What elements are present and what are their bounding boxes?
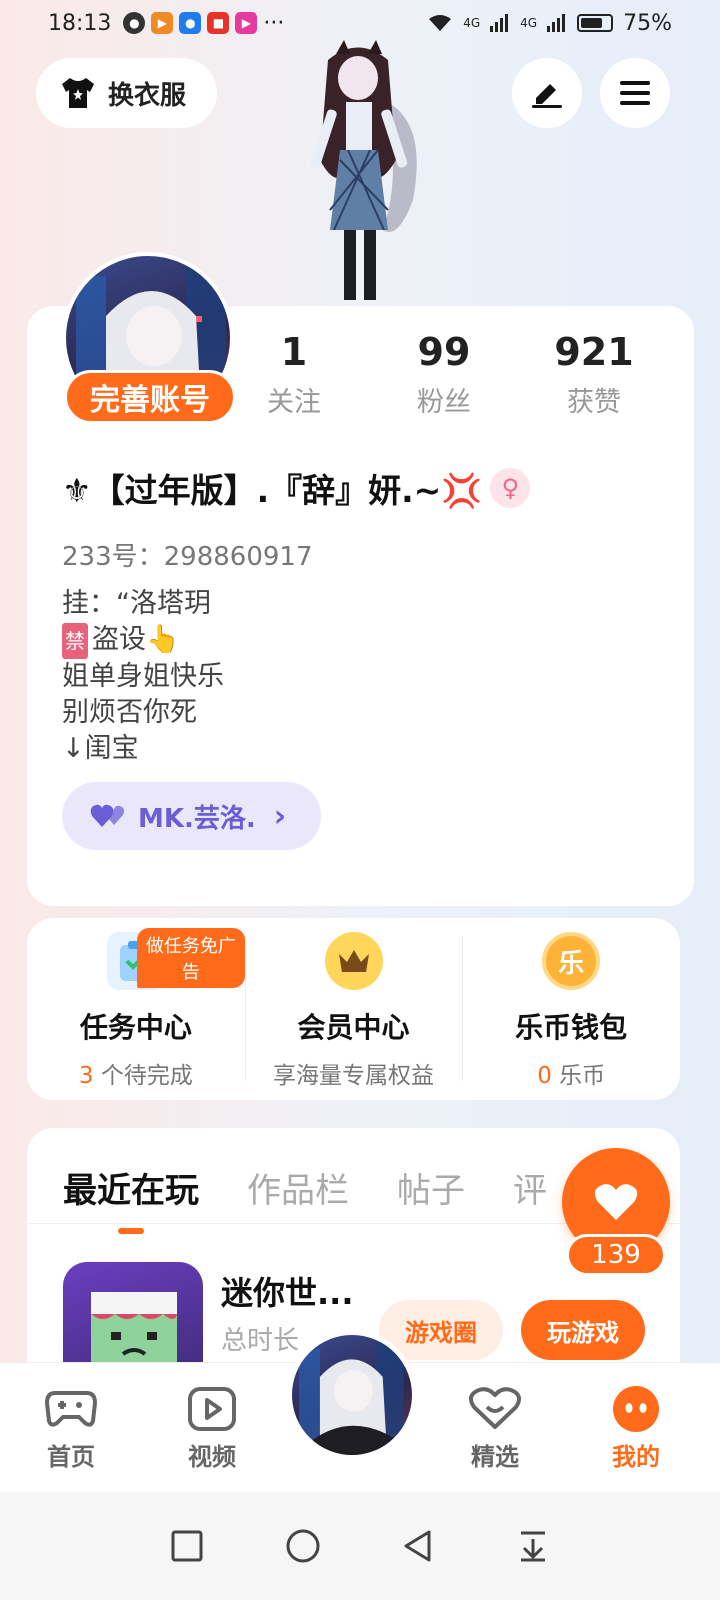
double-heart-icon (90, 804, 124, 827)
task-center-title: 任务中心 (79, 1011, 192, 1044)
bond-name: MK.芸洛. (138, 803, 256, 834)
ad-free-badge: 做任务免广告 (137, 928, 245, 988)
video-app-icon: ▶ (151, 12, 174, 34)
status-right: 4G 4G 75% (427, 11, 672, 36)
nickname: ⚜【过年版】.『辞』妍.~💢 (62, 471, 483, 510)
nav-home[interactable]: 首页 (26, 1381, 116, 1472)
status-time: 18:13 (48, 10, 112, 36)
likes-count: 921 (554, 330, 634, 374)
fans-count: 99 (417, 330, 471, 374)
female-gender-icon: ♀ (490, 468, 531, 508)
battery-fill (581, 18, 603, 28)
nav-featured-label: 精选 (471, 1443, 519, 1471)
recents-icon[interactable] (170, 1529, 204, 1563)
back-icon[interactable] (401, 1529, 435, 1563)
user-id: 233号：298860917 (62, 542, 313, 572)
nav-mine[interactable]: 我的 (591, 1381, 681, 1472)
likes-label: 获赞 (567, 387, 621, 418)
coin-sub-label: 乐币 (559, 1063, 606, 1089)
edit-button[interactable] (512, 58, 582, 128)
tab-works[interactable]: 作品栏 (247, 1163, 349, 1212)
coin-icon: 乐 (542, 932, 601, 990)
following-count: 1 (280, 330, 308, 374)
complete-account-button[interactable]: 完善账号 (64, 370, 236, 424)
bio: 挂：“洛塔玥 禁盗设👆 姐单身姐快乐 别烦否你死 ↓闺宝 (62, 586, 224, 767)
play-game-button[interactable]: 玩游戏 (521, 1300, 645, 1360)
news-app-icon: ■ (207, 12, 230, 34)
coin-count: 0 (537, 1063, 552, 1089)
task-center[interactable]: 做任务免广告 任务中心 3 个待完成 (27, 918, 245, 1100)
bond-relation-chip[interactable]: MK.芸洛. › (62, 782, 321, 850)
wifi-icon (429, 15, 452, 31)
wechat-icon: ● (123, 12, 146, 34)
notification-icons: ● ▶ ● ■ ▶ ··· (123, 11, 284, 36)
chevron-right-icon: › (273, 798, 287, 834)
stat-likes[interactable]: 921 获赞 (534, 330, 654, 419)
tshirt-icon (62, 78, 94, 108)
bulb-app-icon: ● (179, 12, 202, 34)
vip-center-sub: 享海量专属权益 (273, 1063, 434, 1089)
task-sub-label: 个待完成 (100, 1063, 193, 1089)
bio-line: ↓闺宝 (62, 733, 139, 764)
following-label: 关注 (267, 387, 321, 418)
bio-line: 盗设👆 (92, 624, 180, 655)
tab-recent-play[interactable]: 最近在玩 (63, 1163, 199, 1212)
change-outfit-label: 换衣服 (108, 80, 187, 111)
crown-icon (324, 932, 383, 990)
task-count: 3 (78, 1063, 94, 1089)
signal-label-2: 4G (520, 16, 538, 30)
signal-icon-1 (490, 14, 509, 32)
menu-icon (620, 81, 650, 105)
stat-fans[interactable]: 99 粉丝 (384, 330, 504, 419)
face-icon (613, 1386, 659, 1432)
battery-percent: 75% (623, 10, 672, 36)
task-center-sub: 3 个待完成 (27, 1056, 245, 1090)
signal-icon-2 (547, 14, 566, 32)
coin-wallet-title: 乐币钱包 (515, 1011, 628, 1044)
gamepad-icon (45, 1391, 97, 1427)
bio-line-ban: 禁盗设👆 (62, 622, 224, 659)
change-outfit-button[interactable]: 换衣服 (36, 58, 217, 128)
pen-icon (532, 84, 562, 108)
coin-wallet-sub: 0 乐币 (462, 1056, 680, 1090)
ban-badge: 禁 (62, 623, 88, 659)
bio-line: 挂：“洛塔玥 (62, 588, 211, 619)
tab-reviews[interactable]: 评 (513, 1163, 547, 1212)
nickname-row: ⚜【过年版】.『辞』妍.~💢 ♀ (62, 464, 531, 512)
notification-pull-icon[interactable] (516, 1529, 550, 1563)
fans-label: 粉丝 (417, 387, 471, 418)
heart-outline-icon (469, 1387, 521, 1429)
nav-mine-label: 我的 (612, 1443, 660, 1471)
vip-center-title: 会员中心 (297, 1011, 410, 1044)
nav-center-avatar[interactable] (287, 1330, 417, 1460)
bio-line: 姐单身姐快乐 (62, 661, 224, 692)
heart-icon (594, 1184, 638, 1220)
tab-posts[interactable]: 帖子 (397, 1163, 465, 1212)
video-play-icon (188, 1387, 236, 1431)
system-nav-bar (0, 1492, 720, 1600)
menu-button[interactable] (600, 58, 670, 128)
game-playtime: 总时长 (221, 1326, 300, 1356)
game-name: 迷你世... (221, 1274, 354, 1312)
vip-center[interactable]: 会员中心 享海量专属权益 (244, 918, 463, 1100)
bio-line: 别烦否你死 (62, 697, 197, 728)
nav-avatar-image (298, 1341, 404, 1455)
stat-following[interactable]: 1 关注 (234, 330, 354, 419)
nav-video-label: 视频 (188, 1443, 236, 1471)
nav-featured[interactable]: 精选 (450, 1381, 540, 1472)
live-app-icon: ▶ (235, 12, 258, 34)
battery-icon (577, 14, 614, 32)
like-count: 139 (566, 1234, 666, 1276)
more-notifications-icon: ··· (263, 10, 285, 36)
service-center-card: 做任务免广告 任务中心 3 个待完成 会员中心 享海量专属权益 乐 乐币钱包 0… (27, 918, 680, 1100)
nav-video[interactable]: 视频 (167, 1381, 257, 1472)
nav-home-label: 首页 (47, 1443, 95, 1471)
character-avatar-figure[interactable] (288, 40, 428, 308)
coin-wallet[interactable]: 乐 乐币钱包 0 乐币 (462, 918, 680, 1100)
home-icon[interactable] (285, 1528, 321, 1564)
signal-label-1: 4G (463, 16, 481, 30)
